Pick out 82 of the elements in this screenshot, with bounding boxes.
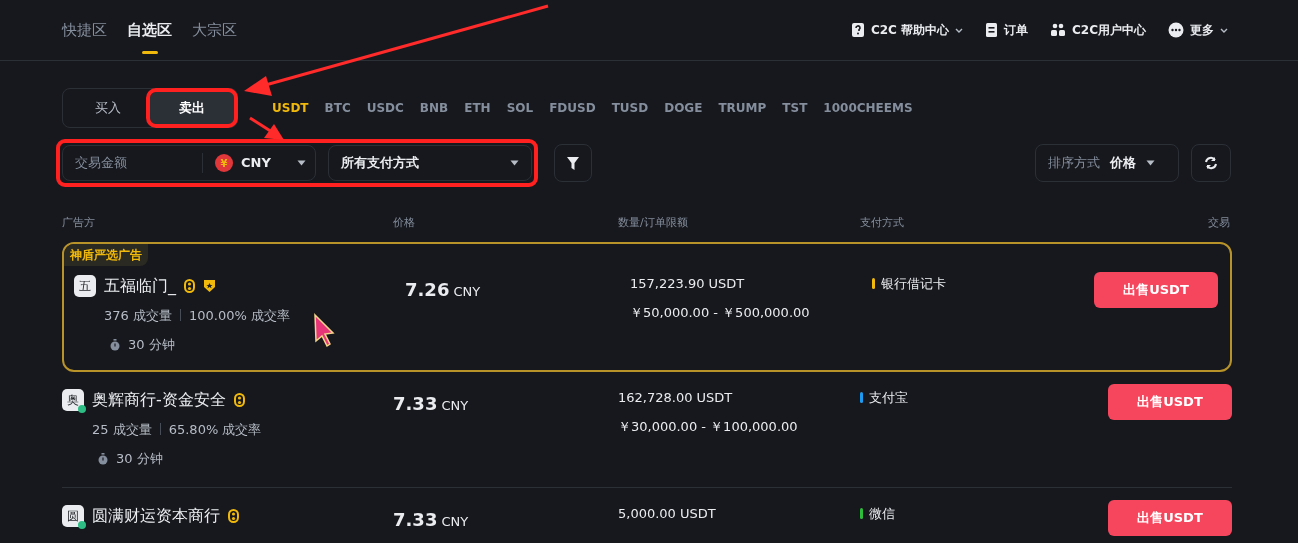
amount-currency-field[interactable]: 交易金额 ¥ CNY: [62, 145, 316, 181]
column-header: 价格: [393, 215, 416, 231]
chevron-down-icon: [1220, 27, 1228, 33]
zone-tab[interactable]: 快捷区: [62, 0, 107, 60]
completion-rate: 100.00% 成交率: [188, 306, 290, 325]
refresh-button[interactable]: [1191, 144, 1231, 182]
coin-tab[interactable]: 1000CHEEMS: [823, 99, 913, 117]
column-header: 交易: [1208, 215, 1230, 231]
available-amount: 5,000.00 USDT: [618, 504, 717, 523]
more-icon: [1168, 22, 1184, 38]
cursor-icon: [314, 313, 335, 348]
help-document-icon: [850, 22, 865, 38]
coin-tab[interactable]: ETH: [464, 99, 491, 117]
price-unit: CNY: [441, 396, 469, 415]
currency-coin-icon: ¥: [215, 154, 233, 172]
annotation-arrow: [249, 116, 284, 140]
sell-button[interactable]: 出售USDT: [1094, 271, 1218, 308]
coin-tab[interactable]: FDUSD: [549, 99, 596, 117]
sell-button[interactable]: 出售USDT: [1108, 383, 1232, 420]
completion-rate: 65.80% 成交率: [168, 420, 262, 439]
payment-method: 支付宝: [869, 388, 908, 407]
filter-button[interactable]: [554, 144, 592, 182]
price-unit: CNY: [453, 282, 481, 301]
coin-tab[interactable]: TUSD: [611, 99, 649, 117]
available-amount: 157,223.90 USDT: [630, 274, 746, 293]
payment-method: 银行借记卡: [881, 274, 946, 293]
advertiser-name[interactable]: 五福临门_: [104, 273, 176, 298]
users-icon: [1050, 22, 1067, 38]
order-limit: ￥50,000.00 - ￥500,000.00: [630, 304, 811, 322]
zone-tab[interactable]: 大宗区: [192, 0, 237, 60]
nav-link[interactable]: 订单: [985, 21, 1029, 39]
filter-icon: [567, 156, 579, 170]
shield-icon: [203, 278, 216, 293]
currency-label: CNY: [241, 154, 271, 173]
caret-icon: [510, 160, 519, 166]
avatar: 五: [74, 274, 96, 297]
medal-icon: [228, 508, 239, 523]
coin-tab[interactable]: TST: [782, 99, 808, 117]
coin-tab[interactable]: BTC: [324, 99, 351, 117]
trade-count: 25 成交量: [92, 420, 152, 439]
order-limit: ￥30,000.00 - ￥100,000.00: [618, 418, 799, 436]
promo-label: 神盾严选广告: [64, 243, 148, 266]
nav-link[interactable]: C2C 帮助中心: [850, 21, 964, 39]
column-header: 数量/订单限额: [618, 215, 689, 231]
avatar: 奥: [62, 388, 84, 411]
coin-tab[interactable]: BNB: [419, 99, 449, 117]
coin-tab[interactable]: USDC: [366, 99, 404, 117]
medal-icon: [184, 278, 195, 293]
available-amount: 162,728.00 USDT: [618, 388, 734, 407]
caret-icon: [1146, 160, 1155, 166]
coin-tab[interactable]: TRUMP: [718, 99, 767, 117]
amount-input[interactable]: 交易金额: [63, 153, 203, 173]
advertiser-name[interactable]: 圆满财运资本商行: [92, 503, 220, 528]
payment-time: 30 分钟: [116, 450, 163, 468]
sort-select[interactable]: 排序方式 价格: [1035, 144, 1179, 182]
zone-tab[interactable]: 自选区: [127, 0, 172, 60]
chevron-down-icon: [955, 27, 964, 33]
sell-button[interactable]: 出售USDT: [1108, 499, 1232, 536]
stopwatch-icon: [110, 338, 120, 351]
price: 7.26: [405, 277, 450, 302]
price-unit: CNY: [441, 512, 469, 531]
trade-count: 376 成交量: [104, 306, 172, 325]
advertiser-name[interactable]: 奥辉商行-资金安全: [92, 387, 226, 412]
nav-link[interactable]: 更多: [1168, 21, 1228, 39]
stopwatch-icon: [98, 452, 108, 465]
coin-tab[interactable]: USDT: [272, 99, 309, 117]
payment-method-select[interactable]: 所有支付方式: [328, 145, 532, 181]
caret-icon: [296, 160, 306, 166]
medal-icon: [233, 392, 245, 407]
refresh-icon: [1204, 156, 1218, 170]
document-icon: [985, 22, 999, 38]
column-header: 广告方: [62, 215, 96, 231]
price: 7.33: [393, 507, 438, 532]
side-tab[interactable]: 买入: [66, 92, 150, 124]
column-header: 支付方式: [860, 215, 905, 231]
coin-tab[interactable]: SOL: [506, 99, 534, 117]
avatar: 圆: [62, 504, 84, 527]
payment-method: 微信: [869, 504, 895, 523]
payment-time: 30 分钟: [128, 336, 175, 354]
price: 7.33: [393, 391, 438, 416]
coin-tab[interactable]: DOGE: [664, 99, 703, 117]
nav-link[interactable]: C2C用户中心: [1050, 21, 1146, 39]
